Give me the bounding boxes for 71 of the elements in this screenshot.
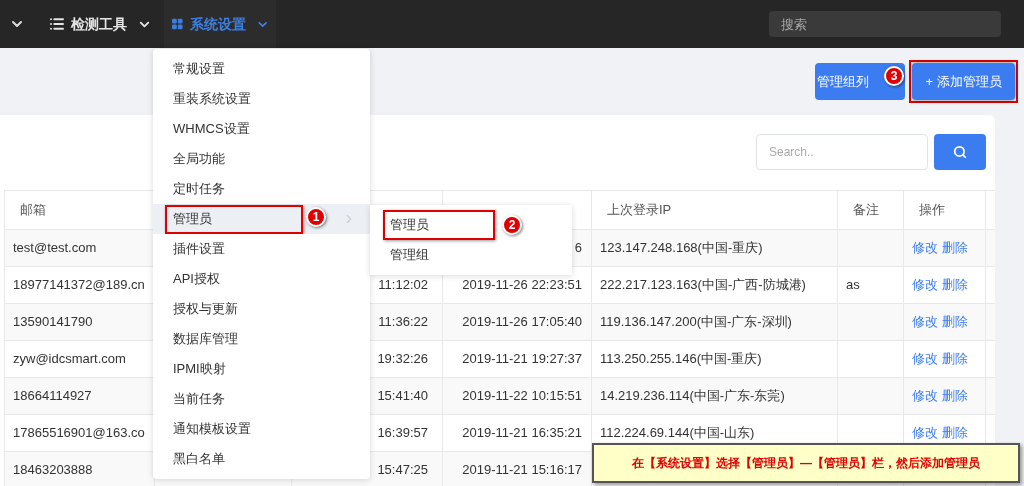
column-header: 邮箱 (20, 201, 46, 220)
edit-link[interactable]: 修改 (912, 238, 938, 258)
table-cell-text: 18977141372@189.cn (13, 276, 145, 295)
table-cell-text: 119.136.147.200(中国-广东-深圳) (600, 313, 792, 332)
menu-item[interactable]: 常规设置 (153, 54, 370, 84)
edit-link[interactable]: 修改 (912, 423, 938, 443)
menu-item[interactable]: 管理员 2 (370, 210, 572, 240)
table-cell-text: 113.250.255.146(中国-重庆) (600, 350, 762, 369)
table-cell-text: 19:32:26 (377, 350, 428, 369)
edit-link[interactable]: 修改 (912, 312, 938, 332)
table-cell-text: 2019-11-26 22:23:51 (462, 276, 582, 295)
nav-menu-item[interactable]: 检测工具 (42, 0, 159, 48)
menu-item[interactable]: 全局功能 (153, 144, 370, 174)
table-cell-text: 11:12:02 (378, 276, 428, 295)
menu-item[interactable]: 通知模板设置 (153, 414, 370, 444)
table-cell-text: 18664114927 (13, 387, 92, 406)
table-cell-text: 2019-11-21 15:16:17 (462, 461, 582, 480)
menu-item[interactable]: 管理员 1 (153, 204, 370, 234)
table-cell-text: 2019-11-22 10:15:51 (462, 387, 582, 406)
table-cell-text: 13590141790 (13, 313, 93, 332)
table-cell-text: 112.224.69.144(中国-山东) (600, 424, 755, 443)
menu-item[interactable]: 授权与更新 (153, 294, 370, 324)
column-header: 备注 (853, 201, 879, 220)
menu-item[interactable]: WHMCS设置 (153, 114, 370, 144)
menu-item[interactable]: 黑白名单 (153, 444, 370, 474)
table-cell-text: 14.219.236.114(中国-广东-东莞) (600, 387, 785, 406)
search-icon (953, 145, 967, 159)
column-header: 操作 (919, 201, 945, 220)
delete-link[interactable]: 删除 (942, 386, 968, 406)
delete-link[interactable]: 删除 (942, 349, 968, 369)
search-button[interactable] (934, 134, 986, 170)
delete-link[interactable]: 删除 (942, 423, 968, 443)
table-cell-text: 2019-11-26 17:05:40 (462, 313, 582, 332)
table-cell-text: 16:39:57 (377, 424, 428, 443)
table-cell-text: 123.147.248.168(中国-重庆) (600, 239, 763, 258)
menu-item[interactable]: 管理组 (370, 240, 572, 270)
table-cell-text: 2019-11-21 16:35:21 (462, 424, 582, 443)
step-badge: 1 (306, 207, 326, 227)
edit-link[interactable]: 修改 (912, 275, 938, 295)
menu-item[interactable]: 数据库管理 (153, 324, 370, 354)
delete-link[interactable]: 删除 (942, 238, 968, 258)
edit-link[interactable]: 修改 (912, 386, 938, 406)
table-cell-text: zyw@idcsmart.com (13, 350, 126, 369)
delete-link[interactable]: 删除 (942, 312, 968, 332)
table-cell-text: 6 (574, 239, 582, 258)
table-cell-text: 11:36:22 (378, 313, 428, 332)
table-cell-text: 17865516901@163.co (13, 424, 145, 443)
search-field[interactable]: Search.. (756, 134, 928, 170)
table-cell-text: 18463203888 (13, 461, 93, 480)
table-cell-text: 15:41:40 (377, 387, 428, 406)
edit-link[interactable]: 修改 (912, 349, 938, 369)
table-cell-text: test@test.com (13, 239, 97, 258)
menu-item[interactable]: 插件设置 (153, 234, 370, 264)
menu-item[interactable]: 当前任务 (153, 384, 370, 414)
instruction-note: 在【系统设置】选择【管理员】—【管理员】栏，然后添加管理员 (592, 443, 1020, 483)
toolbar-button[interactable]: + 添加管理员 (912, 63, 1015, 100)
delete-link[interactable]: 删除 (942, 275, 968, 295)
grid-icon (171, 17, 184, 31)
table-cell-text: 15:47:25 (377, 461, 428, 480)
nav-menu-item[interactable]: 系统设置 (164, 0, 276, 48)
step-badge: 2 (502, 215, 522, 235)
menu-item[interactable]: IPMI映射 (153, 354, 370, 384)
column-header: 上次登录IP (607, 201, 672, 220)
list-icon (49, 16, 65, 32)
table-cell-text: as (846, 276, 860, 295)
menu-item[interactable]: API授权 (153, 264, 370, 294)
menu-item[interactable]: 定时任务 (153, 174, 370, 204)
table-cell-text: 2019-11-21 19:27:37 (462, 350, 582, 369)
search-field[interactable]: 搜索 (769, 11, 1001, 37)
menu-item[interactable]: 重装系统设置 (153, 84, 370, 114)
table-cell-text: 222.217.123.163(中国-广西-防城港) (600, 276, 806, 295)
